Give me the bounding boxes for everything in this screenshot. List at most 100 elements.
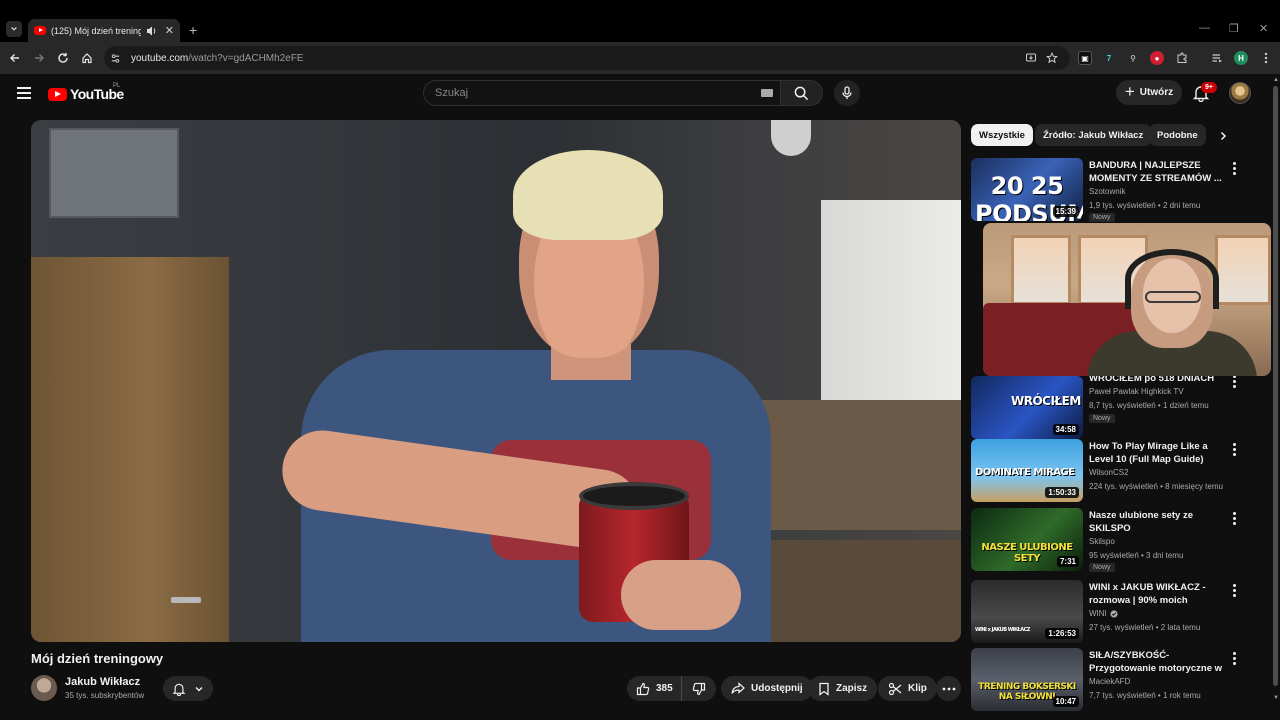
back-button[interactable] [8, 51, 22, 65]
scroll-up-arrow-icon[interactable]: ▲ [1272, 76, 1280, 84]
channel-label: WilsonCS2 [1089, 468, 1129, 477]
dot [1232, 589, 1236, 592]
home-button[interactable] [80, 51, 94, 65]
install-app-button[interactable] [1024, 51, 1038, 65]
recommendation-menu-button[interactable] [1229, 442, 1239, 456]
recommendation-item[interactable]: WRÓCIŁEM 34:58 WRÓCIŁEM po 518 DNIACH Pa… [971, 373, 1261, 439]
recommendation-title[interactable]: How To Play Mirage Like a Level 10 (Full… [1089, 440, 1227, 466]
forward-button[interactable] [32, 51, 46, 65]
video-thumbnail[interactable]: 20 25 PODSUMOWANIE 15:39 [971, 158, 1083, 221]
address-bar[interactable]: youtube.com/watch?v=gdACHMh2eFE [104, 46, 1070, 70]
dot [1232, 652, 1236, 655]
recommendation-title[interactable]: Nasze ulubione sety ze SKILSPO [1089, 509, 1227, 535]
profile-button[interactable]: H [1234, 51, 1248, 65]
browser-menu-button[interactable] [1259, 51, 1273, 65]
video-thumbnail[interactable]: NASZE ULUBIONE SETY 7:31 [971, 508, 1083, 571]
save-label: Zapisz [836, 683, 868, 694]
recommendation-title[interactable]: BANDURA | NAJLEPSZE MOMENTY ZE STREAMÓW … [1089, 159, 1227, 185]
recommendation-channel[interactable]: Skilspo [1089, 537, 1115, 546]
video-thumbnail[interactable]: TRENING BOKSERSKI NA SIŁOWNI 10:47 [971, 648, 1083, 711]
recommendation-channel[interactable]: WINI [1089, 609, 1118, 618]
bookmark-star-button[interactable] [1045, 51, 1059, 65]
chip-related[interactable]: Podobne [1149, 124, 1206, 146]
channel-avatar[interactable] [31, 675, 57, 701]
duration-badge: 1:26:53 [1045, 628, 1079, 639]
new-tab-button[interactable]: + [189, 22, 197, 38]
extension-seven-icon[interactable]: 7 [1102, 51, 1116, 65]
save-button[interactable]: Zapisz [808, 676, 878, 701]
scroll-down-arrow-icon[interactable]: ▼ [1272, 694, 1280, 702]
subscription-bell-button[interactable] [163, 676, 213, 701]
recommendation-item[interactable]: WINI x JAKUB WIKŁACZ 1:26:53 WINI x JAKU… [971, 580, 1261, 644]
video-player[interactable] [31, 120, 961, 642]
recommendation-title[interactable]: WINI x JAKUB WIKŁACZ - rozmowa | 90% moi… [1089, 581, 1227, 607]
channel-label: WINI [1089, 609, 1107, 618]
dislike-button[interactable] [682, 682, 716, 696]
share-arrow-icon [731, 682, 745, 694]
recommendation-channel[interactable]: Paweł Pawlak Highkick TV [1089, 387, 1184, 396]
search-icon [794, 86, 809, 100]
recommendation-item[interactable]: 20 25 PODSUMOWANIE 15:39 BANDURA | NAJLE… [971, 158, 1261, 222]
duration-badge: 15:39 [1052, 206, 1079, 217]
account-avatar[interactable] [1229, 82, 1251, 104]
reload-button[interactable] [56, 51, 70, 65]
recommendation-meta: 7,7 tys. wyświetleń • 1 rok temu [1089, 691, 1201, 700]
recommendation-menu-button[interactable] [1229, 583, 1239, 597]
url-text[interactable]: youtube.com/watch?v=gdACHMh2eFE [131, 53, 304, 64]
speaker-icon[interactable] [146, 25, 158, 37]
create-button[interactable]: + Utwórz [1116, 80, 1182, 105]
thumbnail-text: WRÓCIŁEM [1011, 394, 1081, 408]
youtube-favicon-icon [34, 26, 46, 35]
search-button[interactable] [781, 80, 823, 106]
recommendation-title[interactable]: SIŁA/SZYBKOŚĆ- Przygotowanie motoryczne … [1089, 649, 1227, 675]
door-handle [171, 597, 201, 603]
share-label: Udostępnij [751, 683, 803, 694]
video-thumbnail[interactable]: WRÓCIŁEM 34:58 [971, 376, 1083, 439]
recommendation-channel[interactable]: WilsonCS2 [1089, 468, 1129, 477]
tab-search-button[interactable] [6, 21, 22, 37]
guide-menu-button[interactable] [17, 87, 31, 99]
browser-tab-active[interactable]: (125) Mój dzień treningowy ✕ [28, 19, 180, 42]
video-thumbnail[interactable]: WINI x JAKUB WIKŁACZ 1:26:53 [971, 580, 1083, 643]
more-actions-button[interactable] [936, 676, 961, 701]
recommendation-item[interactable]: DOMINATE MIRAGE 1:50:33 How To Play Mira… [971, 439, 1261, 503]
recommendation-menu-button[interactable] [1229, 161, 1239, 175]
window-close-button[interactable]: ✕ [1259, 22, 1268, 35]
star-icon [1046, 52, 1058, 64]
share-button[interactable]: Udostępnij [721, 676, 813, 701]
maximize-button[interactable]: ❐ [1229, 22, 1239, 35]
more-horizontal-icon [942, 687, 955, 690]
tab-close-button[interactable]: ✕ [165, 24, 174, 37]
recommendation-menu-button[interactable] [1229, 374, 1239, 388]
extensions-button[interactable] [1175, 51, 1189, 65]
chip-from-channel[interactable]: Źródło: Jakub Wikłacz [1035, 124, 1152, 146]
minimize-button[interactable]: — [1199, 22, 1210, 34]
chips-next-button[interactable] [1214, 127, 1232, 145]
like-button[interactable]: 385 [627, 676, 682, 701]
recommendation-channel[interactable]: MaciekAFD [1089, 677, 1130, 686]
recommendation-item[interactable]: NASZE ULUBIONE SETY 7:31 Nasze ulubione … [971, 508, 1261, 572]
extension-red-icon[interactable]: ● [1150, 51, 1164, 65]
extension-pin-icon[interactable]: ⚲ [1126, 51, 1140, 65]
site-settings-icon[interactable] [110, 53, 121, 64]
search-input[interactable] [423, 80, 781, 106]
reading-list-button[interactable] [1210, 51, 1224, 65]
tab-title: (125) Mój dzień treningowy [51, 25, 141, 36]
voice-search-button[interactable] [834, 80, 860, 106]
webcam-window-pane [1215, 235, 1271, 305]
recommendation-menu-button[interactable] [1229, 511, 1239, 525]
channel-name[interactable]: Jakub Wikłacz [65, 676, 140, 688]
recommendation-menu-button[interactable] [1229, 651, 1239, 665]
clip-button[interactable]: Klip [878, 676, 937, 701]
chip-all[interactable]: Wszystkie [971, 124, 1033, 146]
webcam-headset [1125, 249, 1219, 309]
playlist-icon [1212, 54, 1222, 63]
recommendation-channel[interactable]: Szotownik [1089, 187, 1125, 196]
video-thumbnail[interactable]: DOMINATE MIRAGE 1:50:33 [971, 439, 1083, 502]
recommendation-meta: 224 tys. wyświetleń • 8 miesięcy temu [1089, 482, 1223, 491]
extension-shield-icon[interactable]: ▣ [1078, 51, 1092, 65]
scrollbar-thumb[interactable] [1273, 86, 1278, 686]
keyboard-icon[interactable] [761, 89, 773, 97]
youtube-logo[interactable]: YouTube PL [48, 83, 124, 102]
recommendation-item[interactable]: TRENING BOKSERSKI NA SIŁOWNI 10:47 SIŁA/… [971, 648, 1261, 712]
